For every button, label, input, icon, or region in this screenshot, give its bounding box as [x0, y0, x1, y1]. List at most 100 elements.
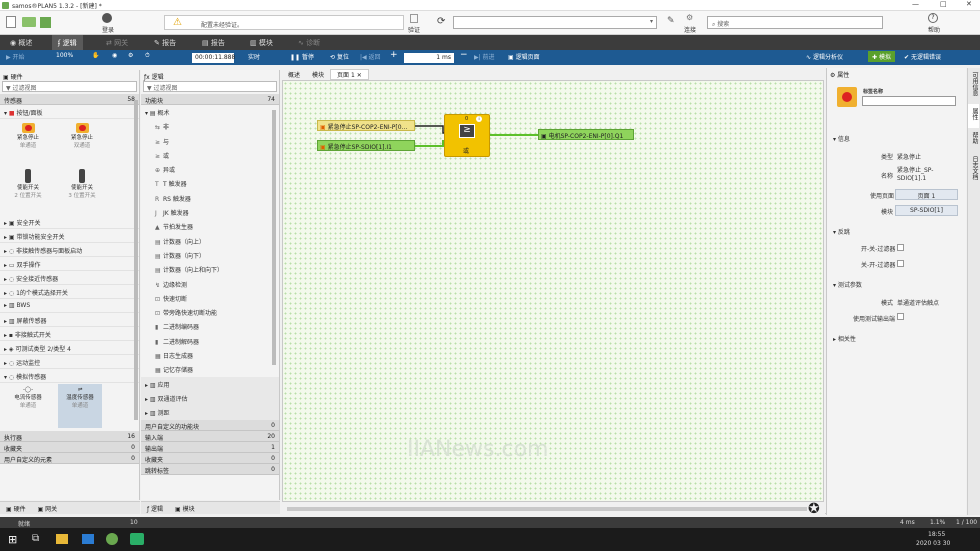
- function-blocks-section[interactable]: 功能块 74: [141, 94, 279, 105]
- function-block-item[interactable]: R RS 触发器: [141, 191, 279, 205]
- verify-button[interactable]: 验证: [404, 25, 424, 34]
- test-params-section[interactable]: ▾ 测试参数: [833, 280, 862, 289]
- function-block-item[interactable]: J JK 触发器: [141, 205, 279, 219]
- help-icon[interactable]: ?: [928, 13, 938, 23]
- relevance-section[interactable]: ▸ 相关性: [833, 334, 856, 343]
- minus-icon[interactable]: −: [460, 50, 468, 60]
- favorites-section[interactable]: 收藏夹 0: [0, 442, 139, 453]
- step-back-button[interactable]: |◀ 返回: [360, 52, 381, 61]
- step-field[interactable]: 1 ms: [404, 53, 454, 63]
- list-item[interactable]: ▸ ◌ 1的个模式选择开关: [0, 285, 139, 299]
- user-icon[interactable]: [102, 13, 112, 23]
- connect-button[interactable]: 连接: [680, 25, 700, 34]
- search-input[interactable]: ⌕ 搜索: [707, 16, 883, 29]
- hardware-filter-input[interactable]: ▼ 过滤视图: [2, 81, 137, 92]
- user-function-blocks-section[interactable]: 用户自定义的功能块 0: [141, 419, 279, 431]
- debounce-section[interactable]: ▾ 反跳: [833, 227, 850, 236]
- function-block-item[interactable]: ▤ 计数器（向下）: [141, 248, 279, 262]
- general-section[interactable]: ▾ 信息: [833, 134, 850, 143]
- list-item[interactable]: ▸ ◈ 可测试类型 2/类型 4: [0, 341, 139, 355]
- tag-name-input[interactable]: [862, 96, 956, 106]
- logic-analyzer-button[interactable]: ∿ 逻辑分析仪: [806, 52, 843, 61]
- tab-logic[interactable]: ʄ 逻辑: [52, 35, 83, 50]
- pause-button[interactable]: ❚❚ 暂停: [290, 52, 314, 61]
- function-block-item[interactable]: ≥ 或: [141, 148, 279, 162]
- group-measurement[interactable]: ▸ ▥ 测距: [141, 405, 279, 420]
- group-buttons-panels[interactable]: ▾ ■ 按钮/面板: [0, 105, 139, 119]
- task-view-icon[interactable]: ⧉: [32, 533, 39, 544]
- list-item[interactable]: ▸ ▣ 安全开关: [0, 215, 139, 229]
- refresh-icon[interactable]: ⟳: [437, 16, 445, 27]
- function-block-item[interactable]: T T 触发器: [141, 176, 279, 190]
- list-item[interactable]: ▸ ▪ 非接触式开关: [0, 327, 139, 341]
- filter-off-checkbox[interactable]: [897, 260, 904, 267]
- tab-gateway-panel[interactable]: ▣ 网关: [32, 504, 64, 513]
- tab-hardware[interactable]: ▣ 硬件: [0, 504, 32, 513]
- function-block-item[interactable]: ≥ 与: [141, 134, 279, 148]
- function-block-item[interactable]: ▦ 记忆存储器: [141, 362, 279, 376]
- list-item[interactable]: ▸ ▥ BWS: [0, 299, 139, 313]
- close-icon[interactable]: ✕: [357, 72, 362, 79]
- reset-button[interactable]: ⟲ 复位: [330, 52, 349, 61]
- filter-on-checkbox[interactable]: [897, 244, 904, 251]
- close-button[interactable]: ✕: [966, 0, 972, 8]
- wechat-task-icon[interactable]: [130, 533, 144, 545]
- tab-report-1[interactable]: ✎ 报告: [148, 35, 182, 50]
- canvas-tab-modules[interactable]: 模块: [306, 70, 330, 79]
- estop-dual-item[interactable]: 紧急停止 双通道: [60, 123, 104, 149]
- mid-scrollbar[interactable]: [272, 110, 276, 365]
- connect-icon[interactable]: ⚙: [686, 13, 693, 22]
- user-elements-section[interactable]: 用户自定义的元素 0: [0, 453, 139, 464]
- settings-icon[interactable]: ⚙: [128, 52, 133, 59]
- logic-page-button[interactable]: ▣ 逻辑页面: [508, 52, 540, 61]
- function-block-item[interactable]: ▮ 二进制编码器: [141, 319, 279, 333]
- side-tab-properties[interactable]: 属性: [968, 104, 979, 128]
- step-forward-button[interactable]: ▶| 前进: [474, 52, 495, 61]
- open-folder-icon[interactable]: [22, 17, 36, 27]
- minimize-button[interactable]: —: [912, 0, 919, 8]
- side-tab-log[interactable]: 日志文档: [968, 152, 979, 188]
- input-tag-estop-1[interactable]: ▣ 紧急停止SP-COP2-ENI-P[0...: [317, 120, 415, 131]
- side-tab-help[interactable]: 帮助: [968, 128, 979, 152]
- wiring-icon[interactable]: ✎: [667, 16, 675, 26]
- samos-icon[interactable]: [106, 533, 118, 545]
- windows-start-icon[interactable]: ⊞: [8, 533, 17, 546]
- jump-labels-section[interactable]: 跳转标签 0: [141, 463, 279, 475]
- function-block-item[interactable]: ⇆ 非: [141, 119, 279, 133]
- current-sensor-item[interactable]: -◯- 电流传感器 单通道: [6, 387, 50, 409]
- tab-logic-panel[interactable]: ƒ 逻辑: [141, 504, 169, 513]
- logic-canvas[interactable]: ▣ 紧急停止SP-COP2-ENI-P[0... ▣ 紧急停止SP-SDIO[1…: [282, 80, 824, 511]
- list-item[interactable]: ▾ ◌ 模拟传感器: [0, 369, 139, 383]
- function-block-item[interactable]: ⊡ 带旁路快速切断功能: [141, 305, 279, 319]
- output-tag-motor[interactable]: ▣ 电机SP-COP2-ENI-P[0].Q1: [538, 129, 634, 140]
- explorer-icon[interactable]: [56, 534, 68, 544]
- enable-switch-3-item[interactable]: 使能开关 3 位置开关: [60, 169, 104, 199]
- list-item[interactable]: ▸ ▥ 屏蔽传感器: [0, 313, 139, 327]
- outputs-section[interactable]: 输出端 1: [141, 441, 279, 453]
- list-item[interactable]: ▸ ◌ 运动监控: [0, 355, 139, 369]
- canvas-tab-overview[interactable]: 概述: [282, 70, 306, 79]
- tab-gateway[interactable]: ⇄ 网关: [100, 35, 134, 50]
- view-icon[interactable]: ◉: [112, 52, 117, 59]
- tab-modules-panel[interactable]: ▣ 模块: [169, 504, 201, 513]
- inputs-section[interactable]: 输入端 20: [141, 430, 279, 442]
- function-block-item[interactable]: ↯ 边缘检测: [141, 277, 279, 291]
- new-file-icon[interactable]: [6, 16, 16, 28]
- simulate-button[interactable]: ✚ 模拟: [868, 51, 895, 62]
- mode-select[interactable]: 实时: [248, 52, 260, 61]
- group-application[interactable]: ▸ ▥ 应用: [141, 376, 279, 391]
- list-item[interactable]: ▸ ▣ 带锁功能安全开关: [0, 229, 139, 243]
- side-tab-available-info[interactable]: 可用信息: [968, 68, 979, 104]
- group-basic[interactable]: ▾ ▤ 概术: [141, 105, 279, 119]
- help-button[interactable]: 帮助: [924, 25, 944, 34]
- test-output-checkbox[interactable]: [897, 313, 904, 320]
- tab-overview[interactable]: ◉ 概述: [4, 35, 38, 50]
- estop-single-item[interactable]: 紧急停止 单通道: [6, 123, 50, 149]
- module-value[interactable]: SP-SDIO[1]: [895, 205, 958, 216]
- function-block-item[interactable]: ⊡ 快速切断: [141, 291, 279, 305]
- canvas-tab-page1[interactable]: 页面 1 ✕: [330, 69, 369, 80]
- enable-switch-2-item[interactable]: 使能开关 2 位置开关: [6, 169, 50, 199]
- function-block-item[interactable]: ▮ 二进制解码器: [141, 334, 279, 348]
- canvas-hscrollbar[interactable]: [287, 507, 807, 511]
- logic-filter-input[interactable]: ▼ 过滤视图: [143, 81, 277, 92]
